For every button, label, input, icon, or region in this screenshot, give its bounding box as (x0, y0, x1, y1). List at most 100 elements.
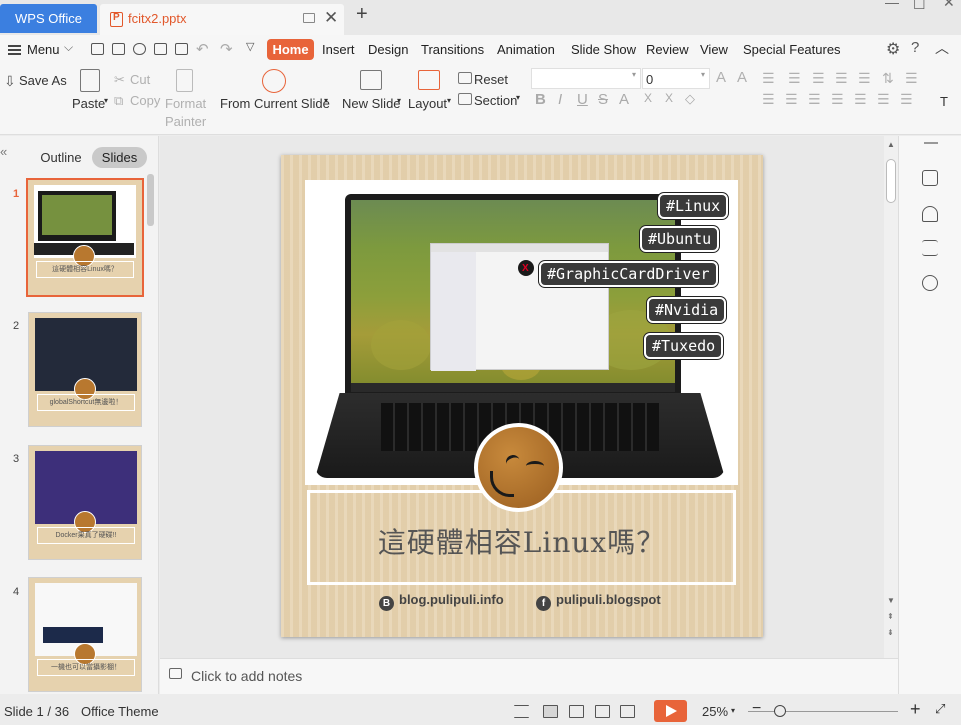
redo-icon[interactable]: ↷ (220, 40, 233, 58)
menu-chevron-down-icon[interactable]: ⌵ (64, 40, 73, 55)
minimize-window-icon[interactable]: — (885, 0, 899, 10)
quick-access-more-icon[interactable]: ▽ (246, 40, 254, 53)
hamburger-menu-icon[interactable] (8, 45, 21, 55)
notes-placeholder[interactable]: Click to add notes (191, 668, 302, 684)
reading-view-icon[interactable] (595, 705, 610, 718)
tab-slide-show[interactable]: Slide Show (571, 42, 636, 57)
cut-button[interactable]: Cut (130, 72, 150, 87)
align-vertical-icon[interactable]: ☰ (877, 91, 890, 108)
strikethrough-icon[interactable]: S (598, 91, 608, 108)
collapse-panel-icon[interactable]: « (0, 144, 7, 159)
superscript-icon[interactable]: X (644, 91, 652, 105)
print-icon[interactable] (154, 43, 167, 55)
format-painter-label-2[interactable]: Painter (165, 114, 206, 129)
properties-icon[interactable] (922, 240, 938, 256)
font-size-select[interactable]: 0 (642, 68, 710, 89)
wps-office-tab[interactable]: WPS Office (0, 4, 97, 33)
copy-button[interactable]: Copy (130, 93, 160, 108)
zoom-in-icon[interactable]: + (910, 699, 921, 720)
tab-insert[interactable]: Insert (322, 42, 355, 57)
increase-indent-icon[interactable]: ☰ (835, 70, 848, 87)
tab-special-features[interactable]: Special Features (743, 42, 841, 57)
paste-dropdown-icon[interactable]: ▾ (104, 96, 108, 105)
slide-sorter-icon[interactable] (569, 705, 584, 718)
zoom-slider-knob[interactable] (774, 705, 786, 717)
layout-button[interactable]: Layout (408, 96, 447, 111)
font-family-dropdown-icon[interactable]: ▾ (632, 70, 636, 79)
from-current-dropdown-icon[interactable]: ▾ (324, 96, 328, 105)
close-tab-icon[interactable]: ✕ (324, 8, 338, 28)
subscript-icon[interactable]: X (665, 91, 673, 105)
font-color-icon[interactable]: A (619, 91, 629, 108)
paste-button[interactable]: Paste (72, 96, 105, 111)
save-as-button[interactable]: Save As (19, 73, 67, 88)
normal-view-icon[interactable] (543, 705, 558, 718)
text-box-icon[interactable]: ☰ (900, 91, 913, 108)
tab-view[interactable]: View (700, 42, 728, 57)
tab-slides[interactable]: Slides (92, 147, 147, 168)
print-preview-icon[interactable] (175, 43, 188, 55)
canvas-scroll-thumb[interactable] (886, 159, 896, 203)
italic-icon[interactable]: I (558, 91, 562, 108)
font-size-dropdown-icon[interactable]: ▾ (701, 70, 705, 79)
slide-thumbnail-1[interactable]: 這硬體相容Linux嗎？ (26, 178, 144, 297)
next-slide-icon[interactable]: ⇟ (887, 628, 894, 637)
numbered-list-icon[interactable]: ☰ (788, 70, 801, 87)
document-tab[interactable]: fcitx2.pptx ✕ (100, 4, 344, 35)
layout-dropdown-icon[interactable]: ▾ (447, 96, 451, 105)
slide-thumbnail-4[interactable]: 一機也可以當攝影棚！ (28, 577, 142, 692)
new-slide-button[interactable]: New Slide (342, 96, 401, 111)
align-right-icon[interactable]: ☰ (808, 91, 821, 108)
underline-icon[interactable]: U (577, 91, 588, 108)
notes-area[interactable]: Click to add notes (160, 658, 898, 694)
reset-button[interactable]: Reset (474, 72, 508, 87)
scroll-up-icon[interactable]: ▲ (887, 140, 895, 149)
help-icon[interactable]: ? (911, 39, 919, 56)
zoom-dropdown-icon[interactable]: ▾ (731, 706, 735, 715)
theme-name[interactable]: Office Theme (81, 704, 159, 719)
recording-icon[interactable] (620, 705, 635, 718)
settings-gear-icon[interactable]: ⚙ (886, 39, 900, 59)
ribbon-overflow-label[interactable]: T (940, 94, 948, 109)
play-slideshow-button[interactable] (654, 700, 687, 722)
collapse-ribbon-icon[interactable]: ︿ (935, 38, 949, 58)
maximize-window-icon[interactable]: ☐ (913, 0, 926, 13)
tab-design[interactable]: Design (368, 42, 408, 57)
zoom-slider-track[interactable] (748, 711, 898, 712)
distribute-icon[interactable]: ☰ (854, 91, 867, 108)
section-button[interactable]: Section (474, 93, 517, 108)
fit-to-window-icon[interactable]: ⤢ (935, 701, 945, 717)
from-current-slide-button[interactable]: From Current Slide (220, 96, 330, 111)
slides-scrollbar[interactable] (147, 174, 154, 226)
columns-icon[interactable]: ☰ (905, 70, 918, 87)
tab-animation[interactable]: Animation (497, 42, 555, 57)
bullet-list-icon[interactable]: ☰ (762, 70, 775, 87)
scroll-down-icon[interactable]: ▼ (887, 596, 895, 605)
decrease-indent-icon[interactable]: ☰ (812, 70, 825, 87)
undo-icon[interactable]: ↶ (196, 40, 209, 58)
close-window-icon[interactable]: ✕ (943, 0, 955, 11)
align-center-icon[interactable]: ☰ (785, 91, 798, 108)
animation-icon[interactable] (922, 206, 938, 222)
tab-transitions[interactable]: Transitions (421, 42, 484, 57)
font-family-select[interactable] (531, 68, 641, 89)
history-icon[interactable] (922, 275, 938, 291)
line-spacing-icon[interactable]: ☰ (858, 70, 871, 87)
new-tab-button[interactable]: + (356, 3, 368, 26)
justify-icon[interactable]: ☰ (831, 91, 844, 108)
text-direction-icon[interactable]: ⇅ (882, 70, 894, 87)
bold-icon[interactable]: B (535, 91, 546, 108)
save-icon[interactable] (112, 43, 125, 55)
previous-slide-icon[interactable]: ⇞ (887, 612, 894, 621)
notes-view-icon[interactable] (514, 705, 529, 718)
open-folder-icon[interactable] (91, 43, 104, 55)
format-painter-label-1[interactable]: Format (165, 96, 206, 111)
slide-thumbnail-3[interactable]: Docker果真了硬碟!! (28, 445, 142, 560)
export-pdf-icon[interactable] (133, 43, 146, 55)
tab-outline[interactable]: Outline (36, 147, 86, 168)
tab-review[interactable]: Review (646, 42, 689, 57)
tab-home[interactable]: Home (267, 39, 314, 60)
menu-button[interactable]: Menu (27, 42, 60, 57)
slide-design-icon[interactable] (922, 170, 938, 186)
align-left-icon[interactable]: ☰ (762, 91, 775, 108)
